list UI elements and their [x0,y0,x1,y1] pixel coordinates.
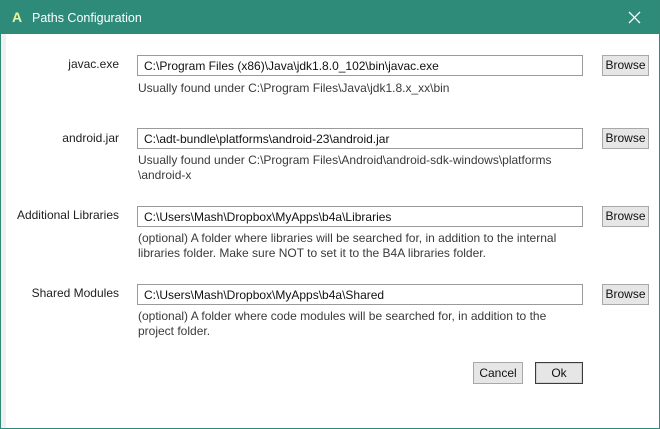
shared-modules-browse-button[interactable]: Browse [602,284,649,305]
javac-browse-button[interactable]: Browse [602,55,649,76]
app-logo-icon: A [12,9,23,25]
javac-hint: Usually found under C:\Program Files\Jav… [138,81,588,96]
android-jar-hint-line-2: \android-x [138,168,192,182]
additional-libraries-label: Additional Libraries [16,208,119,222]
shared-modules-path-input[interactable] [137,284,583,305]
android-jar-hint-line-1: Usually found under C:\Program Files\And… [138,153,552,167]
additional-libraries-hint-line-1: (optional) A folder where libraries will… [138,231,557,245]
close-icon [628,11,640,23]
android-jar-browse-button[interactable]: Browse [602,128,649,149]
cancel-button[interactable]: Cancel [473,362,523,384]
additional-libraries-browse-button[interactable]: Browse [602,206,649,227]
android-jar-label: android.jar [62,131,119,145]
additional-libraries-hint: (optional) A folder where libraries will… [138,231,588,261]
android-jar-path-input[interactable] [137,128,583,149]
additional-libraries-path-input[interactable] [137,206,583,227]
shared-modules-hint-line-2: project folder. [138,324,211,338]
left-edge-strip [1,34,6,428]
paths-configuration-dialog: A Paths Configuration javac.exe Browse U… [0,0,660,429]
javac-label: javac.exe [68,57,119,71]
additional-libraries-hint-line-2: libraries folder. Make sure NOT to set i… [138,246,486,260]
shared-modules-hint-line-1: (optional) A folder where code modules w… [138,309,547,323]
close-button[interactable] [623,7,645,27]
title-bar: A Paths Configuration [1,1,659,34]
shared-modules-hint: (optional) A folder where code modules w… [138,309,588,339]
dialog-title: Paths Configuration [32,11,142,25]
android-jar-hint: Usually found under C:\Program Files\And… [138,153,588,183]
shared-modules-label: Shared Modules [31,286,119,300]
javac-path-input[interactable] [137,55,583,76]
ok-button[interactable]: Ok [535,362,583,384]
javac-hint-text: Usually found under C:\Program Files\Jav… [138,81,450,95]
